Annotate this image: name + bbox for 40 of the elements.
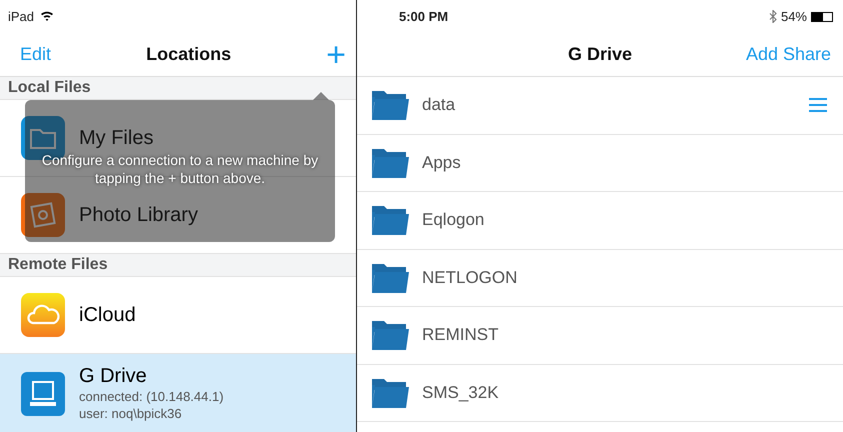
- location-item[interactable]: iCloud: [21, 293, 136, 337]
- menu-icon[interactable]: [809, 98, 827, 112]
- folder-name: Apps: [422, 152, 462, 173]
- location-title: My Files: [79, 126, 154, 150]
- folder-row[interactable]: REMINST: [357, 307, 843, 364]
- status-time: 5:00 PM: [399, 9, 448, 24]
- folder-icon: [370, 319, 410, 352]
- photos-icon: [21, 193, 65, 237]
- folder-name: REMINST: [422, 325, 500, 346]
- folder-icon: [370, 376, 410, 409]
- cloud-icon: [21, 293, 65, 337]
- computer-icon: [21, 372, 65, 416]
- folder-name: data: [422, 95, 456, 116]
- device-name: iPad: [8, 9, 34, 24]
- folder-row[interactable]: SMS_32K: [357, 364, 843, 422]
- folder-name: Eqlogon: [422, 210, 486, 230]
- location-title: iCloud: [79, 304, 136, 326]
- section-header: Remote Files: [0, 254, 356, 277]
- location-title: Photo Library: [79, 204, 198, 226]
- tooltip-text: Configure a connection to a new machine by tapping the + button above.: [40, 151, 320, 187]
- folder-icon: [370, 262, 410, 294]
- nav-title: G Drive: [568, 44, 632, 65]
- battery-percent: 54%: [780, 9, 807, 24]
- folder-row[interactable]: NETLOGON: [357, 250, 843, 307]
- folder-name: NETLOGON: [422, 268, 518, 288]
- folder-row[interactable]: Apps: [357, 134, 843, 192]
- location-row[interactable]: G Drive connected: (10.148.44.1) user: noq\bpick36: [0, 354, 356, 432]
- location-detail: connected: (10.148.44.1): [79, 388, 224, 405]
- location-detail: user: noq\bpick36: [79, 405, 183, 422]
- location-title: G Drive: [79, 365, 148, 388]
- section-header: Local Files: [0, 77, 356, 100]
- location-item[interactable]: Photo Library: [21, 193, 198, 237]
- folder-row[interactable]: Eqlogon: [357, 192, 843, 250]
- folder-icon: [370, 89, 410, 122]
- folder-icon: [370, 146, 410, 179]
- battery-icon: [811, 12, 833, 22]
- nav-title: Locations: [146, 44, 232, 65]
- folder-name: SMS_32K: [422, 382, 500, 403]
- folder-icon: [370, 204, 410, 236]
- folder-row[interactable]: data: [357, 77, 843, 134]
